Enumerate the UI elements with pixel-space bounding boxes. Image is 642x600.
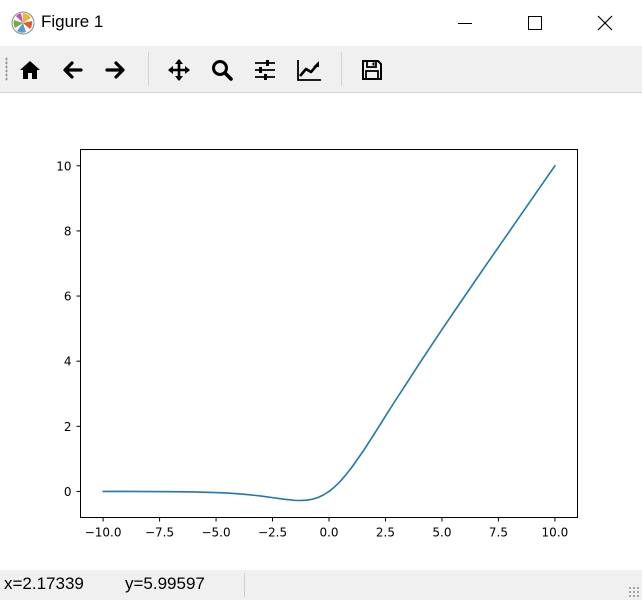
pan-button[interactable] [163, 54, 195, 86]
minimize-icon [458, 23, 472, 24]
zoom-button[interactable] [206, 54, 238, 86]
x-tick-label: 5.0 [432, 526, 451, 540]
y-tick-label: 8 [64, 224, 72, 238]
close-icon [597, 15, 613, 31]
toolbar-grip[interactable] [5, 57, 8, 81]
toolbar-separator [341, 52, 342, 86]
x-tick-label: 7.5 [489, 526, 508, 540]
edit-axis-button[interactable] [292, 54, 324, 86]
x-tick-label: −5.0 [201, 526, 230, 540]
floppy-disk-icon [362, 60, 382, 80]
resize-grip[interactable] [628, 586, 640, 598]
x-tick-label: −10.0 [85, 526, 122, 540]
y-tick-label: 4 [64, 355, 72, 369]
move-icon [168, 59, 190, 81]
matplotlib-logo-icon [11, 11, 35, 35]
y-coordinate-readout: y=5.99597 [125, 574, 205, 593]
x-tick-label: 10.0 [542, 526, 569, 540]
maximize-button[interactable] [505, 0, 565, 46]
figure-canvas[interactable]: −10.0 −7.5 −5.0 −2.5 0.0 2.5 5.0 7.5 10.0 0 2 4 6 8 1… [0, 93, 642, 570]
save-button[interactable] [356, 54, 388, 86]
sliders-icon [255, 60, 275, 80]
status-separator [244, 573, 245, 597]
arrow-right-icon [105, 61, 125, 79]
y-tick-label: 6 [64, 290, 72, 304]
home-icon [20, 61, 40, 79]
magnifier-icon [212, 60, 233, 81]
y-tick-label: 0 [64, 485, 72, 499]
arrow-left-icon [63, 61, 83, 79]
status-bar: x=2.17339 y=5.99597 [0, 570, 642, 600]
forward-button[interactable] [99, 54, 131, 86]
navigation-toolbar [0, 46, 642, 93]
maximize-icon [528, 16, 542, 30]
x-tick-label: 0.0 [319, 526, 338, 540]
window-title: Figure 1 [41, 12, 104, 31]
axes-frame [80, 149, 578, 518]
title-bar: Figure 1 [0, 0, 642, 46]
x-tick-label: 2.5 [376, 526, 395, 540]
x-tick-label: −7.5 [145, 526, 174, 540]
x-coordinate-readout: x=2.17339 [4, 574, 84, 593]
plot-svg[interactable]: −10.0 −7.5 −5.0 −2.5 0.0 2.5 5.0 7.5 10.0 0 2 4 6 8 1… [0, 93, 642, 570]
close-button[interactable] [575, 0, 635, 46]
y-tick-label: 2 [64, 420, 72, 434]
minimize-button[interactable] [435, 0, 495, 46]
y-tick-label: 10 [56, 159, 71, 173]
line-chart-icon [297, 60, 321, 81]
toolbar-separator [148, 52, 149, 86]
home-button[interactable] [14, 54, 46, 86]
back-button[interactable] [57, 54, 89, 86]
configure-subplots-button[interactable] [249, 54, 281, 86]
x-axis: −10.0 −7.5 −5.0 −2.5 0.0 2.5 5.0 7.5 10.0 [85, 517, 569, 540]
y-axis: 0 2 4 6 8 10 [56, 159, 81, 499]
x-tick-label: −2.5 [258, 526, 287, 540]
